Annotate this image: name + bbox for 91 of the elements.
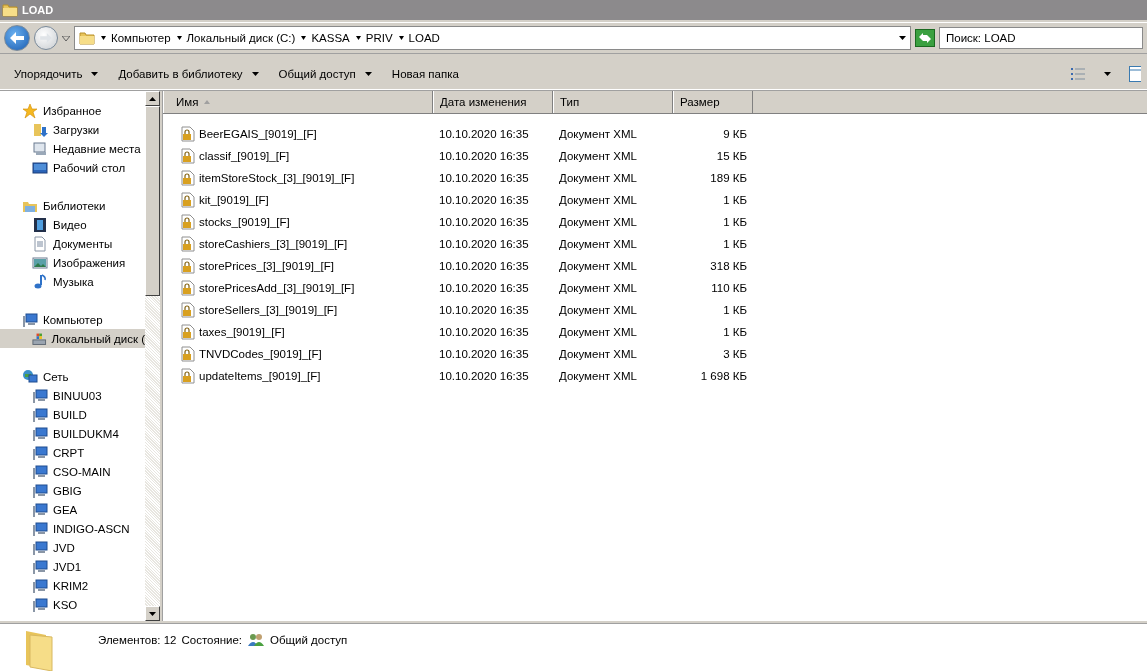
table-cell-text: Документ XML [558, 172, 638, 184]
toolbar-button[interactable]: Упорядочить [6, 65, 107, 83]
toolbar-button[interactable]: Новая папка [383, 65, 467, 83]
search-field[interactable]: Поиск: LOAD [939, 27, 1143, 49]
table-cell-text: 10.10.2020 16:35 [438, 348, 530, 360]
file-name[interactable]: storePrices_[3]_[9019]_[F] [163, 258, 433, 274]
table-cell-text: 318 КБ [709, 260, 748, 272]
table-cell-text: 10.10.2020 16:35 [438, 370, 530, 382]
table-cell-text: Документ XML [558, 216, 638, 228]
table-cell-text: 10.10.2020 16:35 [438, 150, 530, 162]
table-cell-text: 10.10.2020 16:35 [438, 304, 530, 316]
toolbar-button[interactable]: Общий доступ [270, 65, 380, 83]
table-cell-text: Документ XML [558, 260, 638, 272]
sidebar-item[interactable]: Музыка [0, 272, 145, 291]
sidebar-item[interactable]: Видео [0, 215, 145, 234]
breadcrumb[interactable]: Компьютер [101, 32, 171, 44]
sidebar-item[interactable]: JVD [0, 538, 145, 557]
table-cell-text: 1 КБ [722, 216, 748, 228]
breadcrumb[interactable]: PRIV [355, 32, 393, 44]
table-cell-text: 189 КБ [709, 172, 748, 184]
table-cell-text: Документ XML [558, 304, 638, 316]
column-header[interactable]: Тип [553, 91, 673, 113]
sidebar-item[interactable]: KRIM2 [0, 576, 145, 595]
breadcrumb[interactable]: KASSA [301, 32, 350, 44]
file-name[interactable]: kit_[9019]_[F] [163, 192, 433, 208]
sharing-state: Общий доступ [270, 634, 348, 646]
state-label: Состояние: [181, 634, 243, 646]
sidebar-item[interactable]: GEA [0, 500, 145, 519]
sidebar-item[interactable]: BINUU03 [0, 386, 145, 405]
sidebar-item[interactable]: BUILD [0, 405, 145, 424]
table-cell-text: 10.10.2020 16:35 [438, 172, 530, 184]
table-cell-text: Документ XML [558, 128, 638, 140]
sidebar-group[interactable]: Компьютер [0, 310, 145, 329]
sidebar-group[interactable]: Библиотеки [0, 196, 145, 215]
table-cell-text: Документ XML [558, 326, 638, 338]
table-cell-text: 10.10.2020 16:35 [438, 216, 530, 228]
file-name[interactable]: BeerEGAIS_[9019]_[F] [163, 126, 433, 142]
file-name[interactable]: stocks_[9019]_[F] [163, 214, 433, 230]
sidebar-item[interactable]: Рабочий стол [0, 158, 145, 177]
column-header[interactable]: Дата изменения [433, 91, 553, 113]
table-cell-text: 10.10.2020 16:35 [438, 326, 530, 338]
table-cell-text: 10.10.2020 16:35 [438, 282, 530, 294]
file-name[interactable]: classif_[9019]_[F] [163, 148, 433, 164]
table-cell-text: Документ XML [558, 370, 638, 382]
breadcrumb[interactable]: LOAD [398, 32, 440, 44]
sidebar-group[interactable]: Сеть [0, 367, 145, 386]
file-name[interactable]: storePricesAdd_[3]_[9019]_[F] [163, 280, 433, 296]
table-cell-text: 110 КБ [710, 282, 748, 294]
toolbar-button[interactable]: Добавить в библиотеку [110, 65, 267, 83]
table-cell-text: 10.10.2020 16:35 [438, 238, 530, 250]
table-cell-text: Документ XML [558, 238, 638, 250]
sidebar-item[interactable]: Загрузки [0, 120, 145, 139]
table-cell-text: Документ XML [558, 194, 638, 206]
sidebar-item[interactable]: CRPT [0, 443, 145, 462]
sidebar-item[interactable]: CSO-MAIN [0, 462, 145, 481]
table-cell-text: 10.10.2020 16:35 [438, 260, 530, 272]
window-title: LOAD [22, 4, 54, 16]
table-cell-text: 1 КБ [722, 304, 748, 316]
table-cell-text: Документ XML [558, 348, 638, 360]
table-cell-text: Документ XML [558, 282, 638, 294]
file-name[interactable]: TNVDCodes_[9019]_[F] [163, 346, 433, 362]
sidebar-item[interactable]: Документы [0, 234, 145, 253]
table-cell-text: Документ XML [558, 150, 638, 162]
sidebar-item[interactable]: BUILDUKM4 [0, 424, 145, 443]
sidebar-item[interactable]: Изображения [0, 253, 145, 272]
sidebar-item[interactable]: KSO [0, 595, 145, 614]
sidebar-item[interactable]: INDIGO-ASCN [0, 519, 145, 538]
sidebar-group[interactable]: Избранное [0, 101, 145, 120]
sidebar-item[interactable]: GBIG [0, 481, 145, 500]
file-name[interactable]: taxes_[9019]_[F] [163, 324, 433, 340]
table-cell-text: 1 КБ [722, 194, 748, 206]
column-header[interactable]: Имя [163, 91, 433, 113]
file-name[interactable]: itemStoreStock_[3]_[9019]_[F] [163, 170, 433, 186]
table-cell-text: 1 КБ [722, 326, 748, 338]
file-name[interactable]: updateItems_[9019]_[F] [163, 368, 433, 384]
sidebar-item[interactable]: Локальный диск ( [0, 329, 145, 348]
table-cell-text: 3 КБ [722, 348, 748, 360]
file-name[interactable]: storeSellers_[3]_[9019]_[F] [163, 302, 433, 318]
table-cell-text: 1 698 КБ [699, 370, 748, 382]
column-header[interactable]: Размер [673, 91, 753, 113]
file-name[interactable]: storeCashiers_[3]_[9019]_[F] [163, 236, 433, 252]
item-count: Элементов: 12 [98, 634, 177, 646]
table-cell-text: 10.10.2020 16:35 [438, 194, 530, 206]
table-cell-text: 15 КБ [715, 150, 748, 162]
sidebar-item[interactable]: Недавние места [0, 139, 145, 158]
table-cell-text: 1 КБ [722, 238, 748, 250]
sidebar-item[interactable]: JVD1 [0, 557, 145, 576]
address-bar[interactable]: Компьютер Локальный диск (C:) KASSA PRIV LOAD [74, 26, 911, 50]
table-cell-text: 9 КБ [722, 128, 748, 140]
breadcrumb[interactable]: Локальный диск (C:) [176, 32, 296, 44]
table-cell-text: 10.10.2020 16:35 [438, 128, 530, 140]
